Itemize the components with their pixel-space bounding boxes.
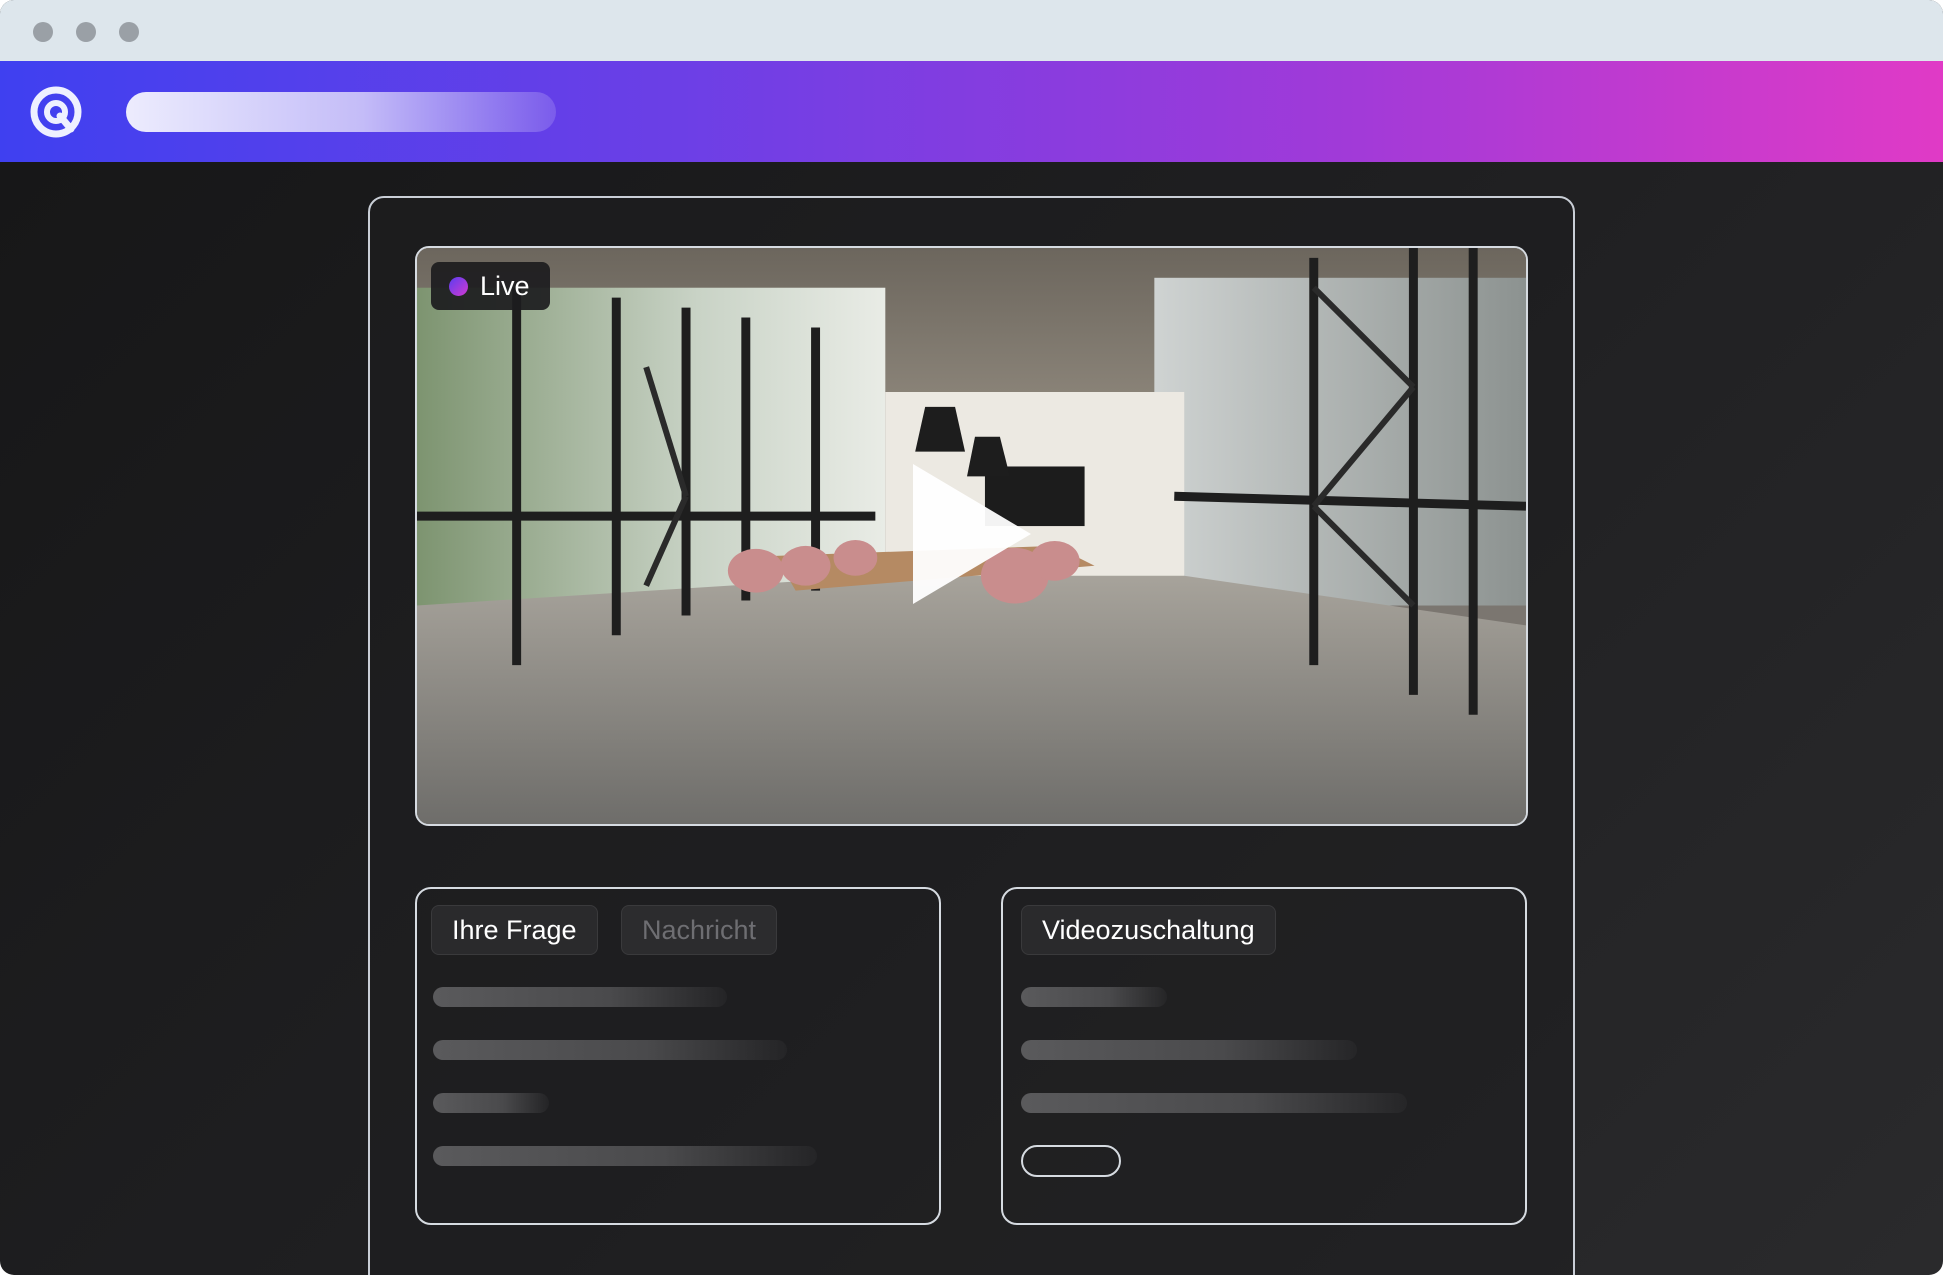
- video-player[interactable]: Live: [415, 246, 1528, 826]
- browser-chrome: [0, 0, 1943, 61]
- window-maximize-button[interactable]: [119, 22, 139, 42]
- join-button[interactable]: [1021, 1145, 1121, 1177]
- live-label: Live: [480, 270, 530, 301]
- placeholder-line: [433, 1040, 787, 1060]
- brand-logo-icon[interactable]: [27, 83, 85, 141]
- video-join-box: Videozuschaltung: [1001, 887, 1527, 1225]
- window-minimize-button[interactable]: [76, 22, 96, 42]
- play-icon[interactable]: [913, 464, 1031, 604]
- tab-ihre-frage[interactable]: Ihre Frage: [431, 905, 598, 955]
- placeholder-line: [433, 1093, 549, 1113]
- placeholder-line: [433, 987, 727, 1007]
- placeholder-line: [1021, 1093, 1407, 1113]
- tab-label: Videozuschaltung: [1042, 914, 1255, 945]
- window-close-button[interactable]: [33, 22, 53, 42]
- placeholder-line: [433, 1146, 817, 1166]
- tab-label: Nachricht: [642, 914, 757, 945]
- tab-videozuschaltung[interactable]: Videozuschaltung: [1021, 905, 1276, 955]
- placeholder-line: [1021, 1040, 1357, 1060]
- live-dot-icon: [449, 276, 468, 296]
- address-bar[interactable]: [126, 92, 556, 132]
- question-box: Ihre Frage Nachricht: [415, 887, 941, 1225]
- tab-nachricht[interactable]: Nachricht: [621, 905, 778, 955]
- browser-window: Live Ihre Frage Nachricht Videozuschaltu…: [0, 0, 1943, 1275]
- placeholder-line: [1021, 987, 1167, 1007]
- live-badge: Live: [431, 262, 550, 310]
- app-header: [0, 61, 1943, 162]
- tab-label: Ihre Frage: [452, 914, 577, 945]
